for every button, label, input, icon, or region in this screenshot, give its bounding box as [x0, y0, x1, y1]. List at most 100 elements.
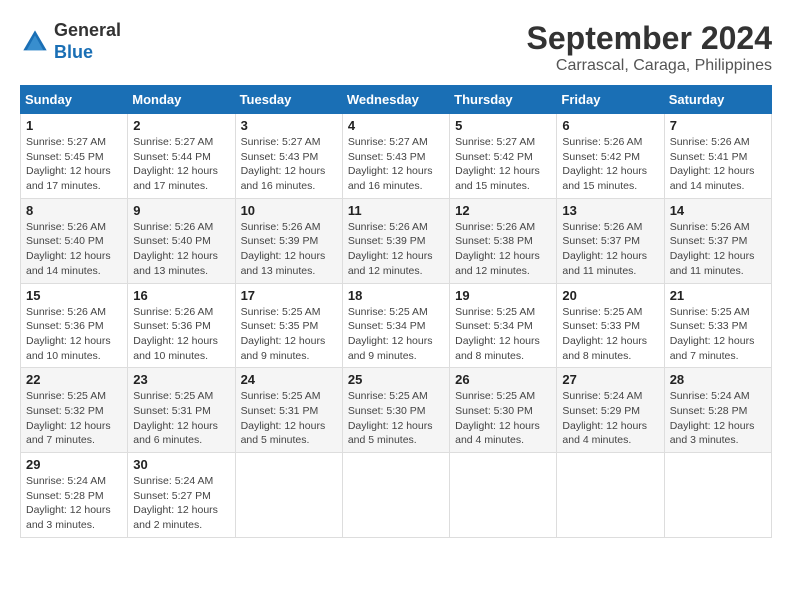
day-detail: Sunrise: 5:26 AMSunset: 5:39 PMDaylight:…: [348, 220, 444, 279]
day-detail: Sunrise: 5:25 AMSunset: 5:30 PMDaylight:…: [348, 389, 444, 448]
day-detail: Sunrise: 5:25 AMSunset: 5:34 PMDaylight:…: [455, 305, 551, 364]
day-detail: Sunrise: 5:27 AMSunset: 5:45 PMDaylight:…: [26, 135, 122, 194]
calendar-cell: 15 Sunrise: 5:26 AMSunset: 5:36 PMDayligh…: [21, 283, 128, 368]
day-number: 21: [670, 288, 766, 303]
calendar-cell: 29 Sunrise: 5:24 AMSunset: 5:28 PMDayligh…: [21, 453, 128, 538]
day-detail: Sunrise: 5:26 AMSunset: 5:39 PMDaylight:…: [241, 220, 337, 279]
calendar-cell: 5Sunrise: 5:27 AMSunset: 5:42 PMDaylight…: [450, 114, 557, 199]
logo: General Blue: [20, 20, 121, 63]
calendar-cell: 8Sunrise: 5:26 AMSunset: 5:40 PMDaylight…: [21, 198, 128, 283]
day-detail: Sunrise: 5:26 AMSunset: 5:36 PMDaylight:…: [26, 305, 122, 364]
calendar-header: Sunday Monday Tuesday Wednesday Thursday…: [21, 86, 772, 114]
logo-general: General: [54, 20, 121, 40]
calendar-cell: 28Sunrise: 5:24 AMSunset: 5:28 PMDayligh…: [664, 368, 771, 453]
day-number: 3: [241, 118, 337, 133]
day-number: 2: [133, 118, 229, 133]
day-detail: Sunrise: 5:26 AMSunset: 5:40 PMDaylight:…: [133, 220, 229, 279]
day-number: 23: [133, 372, 229, 387]
day-number: 25: [348, 372, 444, 387]
calendar-cell: 3 Sunrise: 5:27 AMSunset: 5:43 PMDaylight…: [235, 114, 342, 199]
day-detail: Sunrise: 5:25 AMSunset: 5:32 PMDaylight:…: [26, 389, 122, 448]
day-number: 15: [26, 288, 122, 303]
day-detail: Sunrise: 5:26 AMSunset: 5:37 PMDaylight:…: [670, 220, 766, 279]
page-subtitle: Carrascal, Caraga, Philippines: [527, 57, 772, 75]
day-detail: Sunrise: 5:25 AMSunset: 5:31 PMDaylight:…: [241, 389, 337, 448]
day-number: 6: [562, 118, 658, 133]
day-number: 14: [670, 203, 766, 218]
calendar-cell: 19 Sunrise: 5:25 AMSunset: 5:34 PMDayligh…: [450, 283, 557, 368]
logo-blue: Blue: [54, 42, 93, 62]
day-detail: Sunrise: 5:27 AMSunset: 5:43 PMDaylight:…: [348, 135, 444, 194]
day-number: 11: [348, 203, 444, 218]
calendar-cell: 21 Sunrise: 5:25 AMSunset: 5:33 PMDayligh…: [664, 283, 771, 368]
day-number: 7: [670, 118, 766, 133]
calendar-cell: 9 Sunrise: 5:26 AMSunset: 5:40 PMDaylight…: [128, 198, 235, 283]
calendar-cell: 20 Sunrise: 5:25 AMSunset: 5:33 PMDayligh…: [557, 283, 664, 368]
col-saturday: Saturday: [664, 86, 771, 114]
calendar-cell: [342, 453, 449, 538]
day-number: 27: [562, 372, 658, 387]
calendar-cell: 18 Sunrise: 5:25 AMSunset: 5:34 PMDayligh…: [342, 283, 449, 368]
day-number: 8: [26, 203, 122, 218]
calendar-row: 8 Sunrise: 5:26 AMSunset: 5:40 PMDaylight…: [21, 198, 772, 283]
calendar-cell: 27 Sunrise: 5:24 AMSunset: 5:29 PMDayligh…: [557, 368, 664, 453]
day-detail: Sunrise: 5:24 AMSunset: 5:27 PMDaylight:…: [133, 474, 229, 533]
day-number: 20: [562, 288, 658, 303]
calendar-row: 29 Sunrise: 5:24 AMSunset: 5:28 PMDayligh…: [21, 453, 772, 538]
col-thursday: Thursday: [450, 86, 557, 114]
day-detail: Sunrise: 5:25 AMSunset: 5:33 PMDaylight:…: [562, 305, 658, 364]
page-header: General Blue September 2024 Carrascal, C…: [20, 20, 772, 75]
day-number: 18: [348, 288, 444, 303]
day-detail: Sunrise: 5:26 AMSunset: 5:42 PMDaylight:…: [562, 135, 658, 194]
calendar-cell: 13 Sunrise: 5:26 AMSunset: 5:37 PMDayligh…: [557, 198, 664, 283]
calendar-cell: 1 Sunrise: 5:27 AMSunset: 5:45 PMDaylight…: [21, 114, 128, 199]
day-detail: Sunrise: 5:24 AMSunset: 5:29 PMDaylight:…: [562, 389, 658, 448]
day-number: 4: [348, 118, 444, 133]
day-number: 10: [241, 203, 337, 218]
day-detail: Sunrise: 5:26 AMSunset: 5:41 PMDaylight:…: [670, 135, 766, 194]
calendar-cell: 23 Sunrise: 5:25 AMSunset: 5:31 PMDayligh…: [128, 368, 235, 453]
day-detail: Sunrise: 5:26 AMSunset: 5:37 PMDaylight:…: [562, 220, 658, 279]
day-number: 17: [241, 288, 337, 303]
day-detail: Sunrise: 5:25 AMSunset: 5:34 PMDaylight:…: [348, 305, 444, 364]
logo-icon: [20, 27, 50, 57]
day-number: 24: [241, 372, 337, 387]
day-detail: Sunrise: 5:24 AMSunset: 5:28 PMDaylight:…: [670, 389, 766, 448]
day-number: 5: [455, 118, 551, 133]
day-number: 9: [133, 203, 229, 218]
calendar-cell: 25 Sunrise: 5:25 AMSunset: 5:30 PMDayligh…: [342, 368, 449, 453]
day-number: 19: [455, 288, 551, 303]
calendar-row: 15 Sunrise: 5:26 AMSunset: 5:36 PMDayligh…: [21, 283, 772, 368]
day-number: 13: [562, 203, 658, 218]
calendar-cell: 6 Sunrise: 5:26 AMSunset: 5:42 PMDaylight…: [557, 114, 664, 199]
page-title: September 2024: [527, 20, 772, 57]
calendar-cell: 16 Sunrise: 5:26 AMSunset: 5:36 PMDayligh…: [128, 283, 235, 368]
col-wednesday: Wednesday: [342, 86, 449, 114]
calendar-body: 1 Sunrise: 5:27 AMSunset: 5:45 PMDaylight…: [21, 114, 772, 538]
day-detail: Sunrise: 5:25 AMSunset: 5:31 PMDaylight:…: [133, 389, 229, 448]
day-detail: Sunrise: 5:27 AMSunset: 5:44 PMDaylight:…: [133, 135, 229, 194]
calendar-row: 22Sunrise: 5:25 AMSunset: 5:32 PMDayligh…: [21, 368, 772, 453]
day-number: 29: [26, 457, 122, 472]
calendar-cell: 26Sunrise: 5:25 AMSunset: 5:30 PMDayligh…: [450, 368, 557, 453]
day-number: 26: [455, 372, 551, 387]
calendar-cell: 4 Sunrise: 5:27 AMSunset: 5:43 PMDaylight…: [342, 114, 449, 199]
title-block: September 2024 Carrascal, Caraga, Philip…: [527, 20, 772, 75]
day-detail: Sunrise: 5:25 AMSunset: 5:35 PMDaylight:…: [241, 305, 337, 364]
day-detail: Sunrise: 5:27 AMSunset: 5:43 PMDaylight:…: [241, 135, 337, 194]
calendar-cell: 22Sunrise: 5:25 AMSunset: 5:32 PMDayligh…: [21, 368, 128, 453]
day-detail: Sunrise: 5:24 AMSunset: 5:28 PMDaylight:…: [26, 474, 122, 533]
day-number: 12: [455, 203, 551, 218]
calendar-cell: 24 Sunrise: 5:25 AMSunset: 5:31 PMDayligh…: [235, 368, 342, 453]
calendar-cell: 30 Sunrise: 5:24 AMSunset: 5:27 PMDayligh…: [128, 453, 235, 538]
day-detail: Sunrise: 5:26 AMSunset: 5:36 PMDaylight:…: [133, 305, 229, 364]
day-number: 30: [133, 457, 229, 472]
day-detail: Sunrise: 5:25 AMSunset: 5:33 PMDaylight:…: [670, 305, 766, 364]
calendar-cell: 14 Sunrise: 5:26 AMSunset: 5:37 PMDayligh…: [664, 198, 771, 283]
day-detail: Sunrise: 5:26 AMSunset: 5:38 PMDaylight:…: [455, 220, 551, 279]
calendar-cell: 17 Sunrise: 5:25 AMSunset: 5:35 PMDayligh…: [235, 283, 342, 368]
day-number: 16: [133, 288, 229, 303]
day-number: 1: [26, 118, 122, 133]
col-monday: Monday: [128, 86, 235, 114]
calendar-cell: 10 Sunrise: 5:26 AMSunset: 5:39 PMDayligh…: [235, 198, 342, 283]
